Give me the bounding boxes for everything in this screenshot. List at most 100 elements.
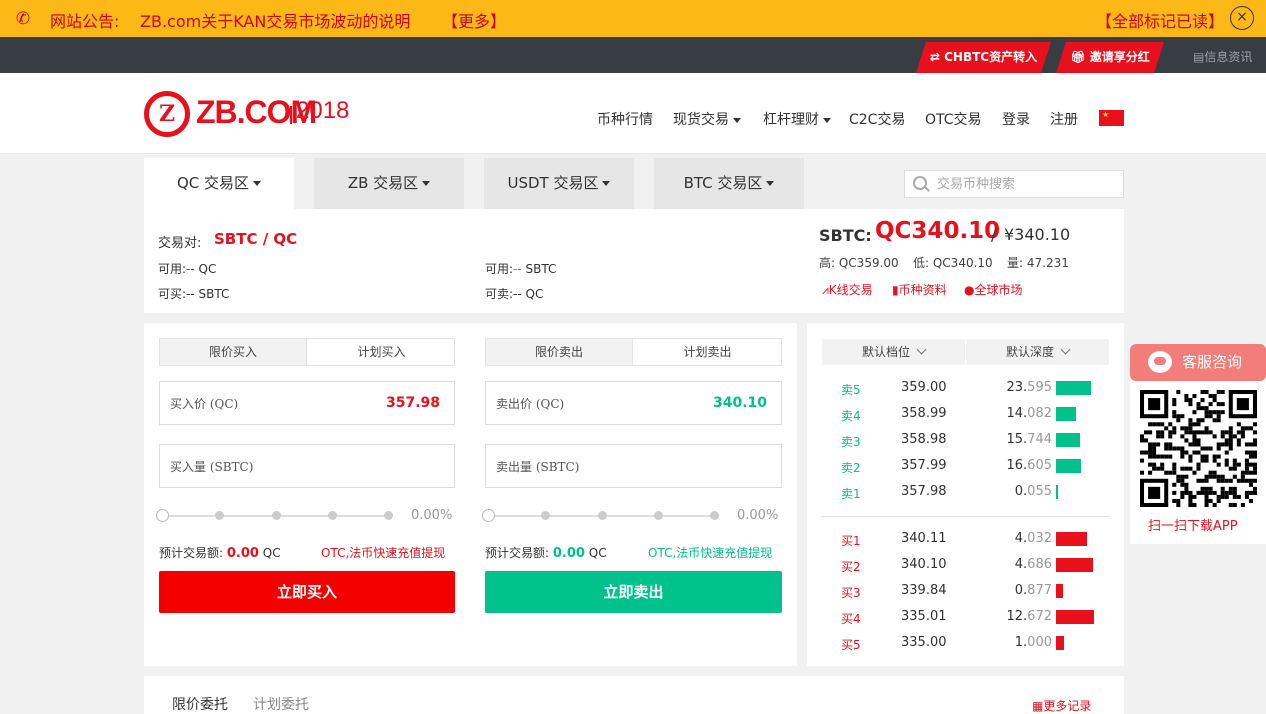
bid-amount: 4.686 [1015, 557, 1052, 572]
ask-amount: 0.055 [1015, 484, 1052, 499]
tab-qc-market[interactable]: QC 交易区 [144, 158, 294, 209]
slider-step[interactable] [598, 511, 607, 520]
buy-amount-field[interactable]: 买入量 (SBTC) [159, 444, 455, 488]
buy-price-field[interactable]: 买入价 (QC) 357.98 [159, 381, 455, 425]
buy-otc-link[interactable]: OTC,法币快速充值提现 [321, 544, 445, 561]
more-records-link[interactable]: ▦更多记录 [1032, 697, 1091, 714]
nav-market[interactable]: 币种行情 [597, 109, 653, 129]
bid-row[interactable]: 买5 335.00 1.000 [807, 631, 1124, 657]
tab-plan-sell[interactable]: 计划卖出 [634, 339, 781, 365]
available-qc-label: 可用: [158, 262, 187, 276]
bid-row[interactable]: 买4 335.01 12.672 [807, 605, 1124, 631]
slider-step[interactable] [215, 511, 224, 520]
global-market-link[interactable]: ●全球市场 [964, 281, 1023, 298]
bid-row[interactable]: 买3 339.84 0.877 [807, 579, 1124, 605]
sell-percent-slider[interactable]: 0.00% [482, 508, 782, 524]
bid-depth-bar [1056, 584, 1063, 598]
calendar-icon: ▦ [1032, 699, 1044, 713]
coin-info-link[interactable]: ▮币种资料 [892, 281, 947, 298]
coin-search-input[interactable] [937, 175, 1117, 193]
buy-percent-slider[interactable]: 0.00% [156, 508, 456, 524]
ask-depth-bar [1056, 407, 1076, 421]
app-download-qr-code [1140, 390, 1257, 507]
bid-amount-dec: 032 [1027, 531, 1052, 546]
bid-price: 340.10 [901, 557, 947, 572]
sell-estimate-unit: QC [588, 546, 607, 560]
buy-estimate-value: 0.00 [226, 546, 259, 561]
logo-mark: Z [144, 91, 190, 137]
ticker-cny-price: ¥340.10 [1004, 225, 1071, 244]
ticker-last-price: QC340.10 [875, 218, 1001, 244]
available-qc: 可用:-- QC [158, 260, 216, 277]
slider-step[interactable] [710, 511, 719, 520]
ask-amount: 15.744 [1006, 432, 1052, 447]
ask-row[interactable]: 卖2 357.99 16.605 [807, 454, 1124, 480]
tab-zb-market[interactable]: ZB 交易区 [314, 158, 464, 209]
bid-level-label: 买2 [841, 560, 861, 574]
slider-handle[interactable] [156, 509, 169, 522]
available-qc-unit: QC [198, 262, 217, 276]
slider-step[interactable] [541, 511, 550, 520]
close-icon[interactable]: × [1230, 6, 1254, 30]
slider-handle[interactable] [482, 509, 495, 522]
ask-amount-dec: 595 [1027, 380, 1052, 395]
invite-bonus-button[interactable]: 🎁︎ 邀请享分红 [1056, 42, 1164, 73]
tab-plan-buy[interactable]: 计划买入 [308, 339, 455, 365]
sell-now-button[interactable]: 立即卖出 [485, 571, 782, 613]
pair-label: 交易对: [158, 236, 202, 251]
depth-level-select[interactable]: 默认档位 [822, 339, 965, 365]
chart-icon: ⩘ [822, 283, 829, 297]
news-link[interactable]: ▤信息资讯 [1193, 48, 1252, 65]
tab-limit-buy[interactable]: 限价买入 [160, 339, 307, 365]
available-sbtc-unit: SBTC [525, 262, 557, 276]
slider-step[interactable] [328, 511, 337, 520]
ask-row[interactable]: 卖3 358.98 15.744 [807, 428, 1124, 454]
bid-amount: 0.877 [1015, 583, 1052, 598]
bid-row[interactable]: 买2 340.10 4.686 [807, 553, 1124, 579]
nav-spot-trading[interactable]: 现货交易 [673, 109, 741, 129]
available-qc-value: -- [186, 262, 195, 276]
nav-margin[interactable]: 杠杆理财 [763, 109, 831, 129]
nav-register[interactable]: 注册 [1050, 109, 1078, 129]
nav-c2c[interactable]: C2C交易 [849, 109, 905, 129]
chbtc-transfer-button[interactable]: ⇄ CHBTC资产转入 [916, 42, 1051, 73]
ticker-low: 低: QC340.10 [913, 256, 993, 270]
ask-row[interactable]: 卖5 359.00 23.595 [807, 376, 1124, 402]
tab-btc-market[interactable]: BTC 交易区 [654, 158, 804, 209]
ask-row[interactable]: 卖1 357.98 0.055 [807, 480, 1124, 506]
trade-panel: 限价买入 计划买入 买入价 (QC) 357.98 买入量 (SBTC) 0.0… [144, 323, 797, 666]
customer-service-button[interactable]: 客服咨询 [1130, 344, 1266, 381]
buy-now-button[interactable]: 立即买入 [159, 571, 455, 613]
nav-otc[interactable]: OTC交易 [925, 109, 982, 129]
slider-step[interactable] [272, 511, 281, 520]
tab-limit-sell[interactable]: 限价卖出 [486, 339, 633, 365]
invite-bonus-label: 邀请享分红 [1089, 50, 1150, 64]
ask-row[interactable]: 卖4 358.99 14.082 [807, 402, 1124, 428]
kline-link[interactable]: ⩘K线交易 [822, 281, 873, 298]
announcement-more-link[interactable]: 【更多】 [442, 8, 506, 32]
tab-limit-orders[interactable]: 限价委托 [172, 694, 228, 714]
ask-amount-int: 0. [1014, 484, 1028, 499]
bid-row[interactable]: 买1 340.11 4.032 [807, 527, 1124, 553]
announcement-link[interactable]: ZB.com关于KAN交易市场波动的说明 [140, 8, 410, 32]
slider-step[interactable] [654, 511, 663, 520]
sell-amount-field[interactable]: 卖出量 (SBTC) [485, 444, 782, 488]
tab-plan-orders[interactable]: 计划委托 [253, 694, 309, 714]
coin-search-box[interactable] [904, 170, 1124, 198]
mark-all-read-link[interactable]: 【全部标记已读】 [1096, 8, 1224, 32]
caret-down-icon [823, 117, 831, 123]
announcement-bar: ✆ 网站公告: ZB.com关于KAN交易市场波动的说明 【更多】 【全部标记已… [0, 0, 1266, 37]
buyable-amount: 可买:-- SBTC [158, 287, 230, 301]
china-flag-icon[interactable]: ★ [1099, 110, 1124, 126]
sell-price-field[interactable]: 卖出价 (QC) 340.10 [485, 381, 782, 425]
headset-icon [1148, 351, 1172, 373]
slider-step[interactable] [384, 511, 393, 520]
nav-login[interactable]: 登录 [1002, 109, 1030, 129]
sell-otc-link[interactable]: OTC,法币快速充值提现 [648, 544, 772, 561]
bid-amount: 12.672 [1006, 609, 1052, 624]
tab-usdt-market[interactable]: USDT 交易区 [484, 158, 634, 209]
bid-amount-dec: 686 [1027, 557, 1052, 572]
sell-price-value: 340.10 [712, 395, 767, 411]
depth-size-select[interactable]: 默认深度 [966, 339, 1109, 365]
bid-price: 335.00 [901, 635, 947, 650]
